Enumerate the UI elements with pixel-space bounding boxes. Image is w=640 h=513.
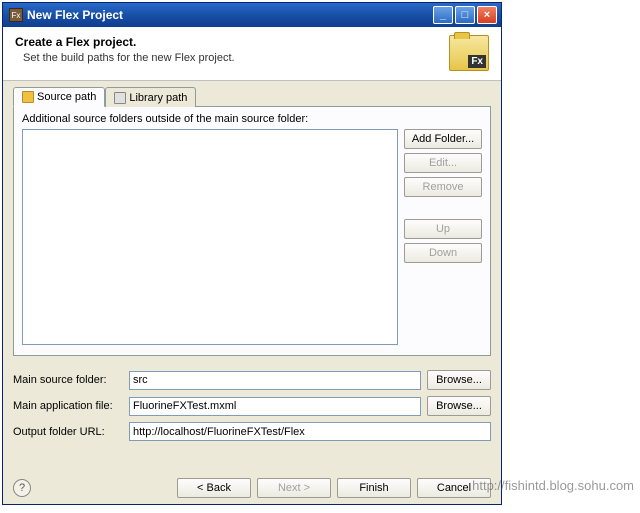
form-rows: Main source folder: Browse... Main appli… bbox=[13, 370, 491, 441]
wizard-footer: ? < Back Next > Finish Cancel bbox=[13, 478, 491, 498]
browse-main-app-button[interactable]: Browse... bbox=[427, 396, 491, 416]
remove-folder-button: Remove bbox=[404, 177, 482, 197]
move-up-button: Up bbox=[404, 219, 482, 239]
window-title: New Flex Project bbox=[27, 8, 433, 22]
folder-buttons: Add Folder... Edit... Remove Up Down bbox=[404, 129, 482, 345]
tab-source-path[interactable]: Source path bbox=[13, 87, 105, 107]
minimize-button[interactable]: _ bbox=[433, 6, 453, 24]
additional-folders-list[interactable] bbox=[22, 129, 398, 345]
back-button[interactable]: < Back bbox=[177, 478, 251, 498]
next-button: Next > bbox=[257, 478, 331, 498]
output-url-label: Output folder URL: bbox=[13, 426, 123, 438]
tab-label: Library path bbox=[129, 92, 187, 104]
main-source-label: Main source folder: bbox=[13, 374, 123, 386]
tab-strip: Source path Library path bbox=[13, 87, 491, 107]
cancel-button[interactable]: Cancel bbox=[417, 478, 491, 498]
titlebar: Fx New Flex Project _ □ × bbox=[3, 3, 501, 27]
window-controls: _ □ × bbox=[433, 6, 497, 24]
dialog-window: Fx New Flex Project _ □ × Create a Flex … bbox=[2, 2, 502, 505]
close-button[interactable]: × bbox=[477, 6, 497, 24]
source-folder-icon bbox=[22, 91, 34, 103]
tab-label: Source path bbox=[37, 91, 96, 103]
move-down-button: Down bbox=[404, 243, 482, 263]
add-folder-button[interactable]: Add Folder... bbox=[404, 129, 482, 149]
library-icon bbox=[114, 92, 126, 104]
main-app-label: Main application file: bbox=[13, 400, 123, 412]
output-url-input[interactable] bbox=[129, 422, 491, 441]
main-app-input[interactable] bbox=[129, 397, 421, 416]
tab-library-path[interactable]: Library path bbox=[105, 87, 196, 107]
content-area: Source path Library path Additional sour… bbox=[3, 81, 501, 455]
maximize-button[interactable]: □ bbox=[455, 6, 475, 24]
wizard-header: Create a Flex project. Set the build pat… bbox=[3, 27, 501, 81]
app-icon: Fx bbox=[9, 8, 23, 22]
finish-button[interactable]: Finish bbox=[337, 478, 411, 498]
source-path-panel: Additional source folders outside of the… bbox=[13, 106, 491, 356]
page-title: Create a Flex project. bbox=[15, 35, 235, 49]
folder-list-label: Additional source folders outside of the… bbox=[22, 113, 482, 125]
page-subtitle: Set the build paths for the new Flex pro… bbox=[23, 52, 235, 64]
browse-main-source-button[interactable]: Browse... bbox=[427, 370, 491, 390]
help-button[interactable]: ? bbox=[13, 479, 31, 497]
main-source-input[interactable] bbox=[129, 371, 421, 390]
folder-fx-icon: Fx bbox=[449, 35, 489, 71]
edit-folder-button: Edit... bbox=[404, 153, 482, 173]
